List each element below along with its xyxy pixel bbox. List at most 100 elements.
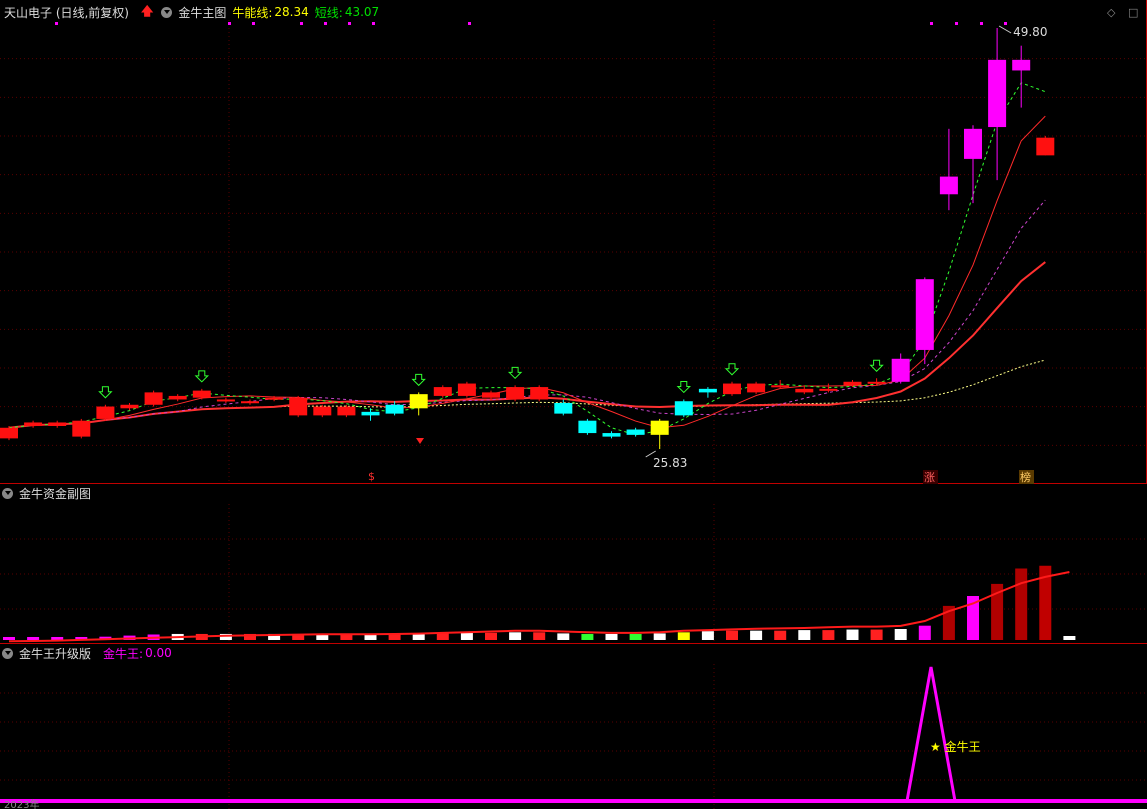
candle-body <box>506 387 525 400</box>
candle-body <box>144 392 163 405</box>
fund-bar <box>3 637 15 640</box>
king-annotation: ★ 金牛王 <box>930 739 981 754</box>
buy-arrow-icon <box>869 359 884 372</box>
signal-dot <box>252 22 255 25</box>
tag-zhang: 涨 <box>924 471 935 484</box>
signal-dot <box>1004 22 1007 25</box>
signal-dot <box>300 22 303 25</box>
axis-year-label: 2023年 <box>4 798 39 809</box>
buy-arrow-icon <box>411 373 426 387</box>
signal-dot <box>955 22 958 25</box>
candle-body <box>192 390 211 398</box>
fund-bar <box>436 633 449 640</box>
fund-bar <box>653 633 666 640</box>
fund-subchart[interactable] <box>0 484 1147 644</box>
candle-body <box>723 383 741 395</box>
signal-dot <box>324 22 327 25</box>
candle-body <box>819 388 838 391</box>
signal-dot <box>55 22 58 25</box>
candle-body <box>457 383 476 396</box>
candle-body <box>72 420 91 437</box>
candle-body <box>626 429 645 435</box>
candle-body <box>168 395 187 400</box>
candle-body <box>24 422 43 426</box>
buy-arrow-icon <box>724 363 740 376</box>
dollar-marker: $ <box>368 470 375 483</box>
fund-bar <box>822 630 835 640</box>
high-price-label: 49.80 <box>1013 25 1047 39</box>
candle-body <box>265 397 284 400</box>
signal-dot <box>348 22 351 25</box>
fund-bar <box>1063 636 1076 640</box>
fund-bar <box>774 630 787 640</box>
fund-bar <box>701 631 714 640</box>
fund-bar <box>485 632 497 640</box>
fund-bar <box>605 633 618 640</box>
candle-body <box>1012 59 1031 71</box>
candle-body <box>674 401 693 416</box>
fund-line <box>8 571 1070 643</box>
signal-dot <box>980 22 983 25</box>
candle-body <box>891 358 910 382</box>
fund-bar <box>677 632 690 640</box>
candle-body <box>698 388 717 393</box>
candle-body <box>795 388 814 393</box>
candle-body <box>915 279 934 350</box>
candle-body <box>385 404 404 414</box>
candle-body <box>409 394 428 409</box>
candle-body <box>48 422 67 426</box>
fund-bar <box>629 633 642 640</box>
candle-body <box>602 433 621 437</box>
buy-arrow-icon <box>98 386 113 399</box>
tag-bang: 榜 <box>1020 470 1031 484</box>
main-chart[interactable]: 49.80 25.83 $ 涨 榜 <box>0 0 1147 484</box>
candle-body <box>964 128 982 159</box>
candle-body <box>843 381 862 386</box>
candle-body <box>939 176 958 195</box>
fund-bar <box>460 632 473 640</box>
candle-body <box>867 381 886 384</box>
candle-body <box>747 383 766 393</box>
candle-body <box>361 411 380 416</box>
candle-body <box>0 427 18 439</box>
high-label-pointer <box>998 25 1012 34</box>
fund-bar <box>581 633 594 640</box>
fund-bar <box>726 630 738 640</box>
candle-body <box>216 399 235 402</box>
king-spike <box>905 666 957 802</box>
candle-body <box>482 392 500 398</box>
candle-body <box>578 420 597 434</box>
fund-bar <box>846 629 859 640</box>
fund-bar <box>509 632 522 640</box>
signal-dot <box>372 22 375 25</box>
low-price-label: 25.83 <box>653 456 687 470</box>
candle-body <box>530 387 549 400</box>
king-subchart[interactable]: ★ 金牛王 2023年 <box>0 644 1147 809</box>
ma-line-red <box>8 115 1046 429</box>
signal-dot <box>228 22 231 25</box>
fund-bar <box>1015 568 1028 640</box>
candle-body <box>313 406 332 416</box>
fund-bar <box>750 630 763 640</box>
candle-body <box>96 406 115 419</box>
candle-body <box>988 59 1007 128</box>
candle-body <box>120 404 139 409</box>
fund-bar <box>870 629 883 640</box>
candle-body <box>650 420 669 435</box>
fund-bar <box>533 632 546 640</box>
sell-arrow-icon <box>416 438 424 444</box>
buy-arrow-icon <box>676 380 692 394</box>
fund-bar <box>798 630 811 640</box>
candle-body <box>337 406 356 416</box>
candle-body <box>1036 137 1055 156</box>
fund-bar <box>27 637 40 640</box>
candle-body <box>289 397 308 416</box>
fund-bar <box>918 625 931 640</box>
candle-body <box>433 387 452 396</box>
candle-body <box>241 401 259 404</box>
candle-body <box>554 403 573 414</box>
fund-bar <box>894 629 907 640</box>
fund-bar <box>557 633 570 640</box>
signal-dot <box>468 22 471 25</box>
ma-line-thick-red <box>8 261 1046 429</box>
